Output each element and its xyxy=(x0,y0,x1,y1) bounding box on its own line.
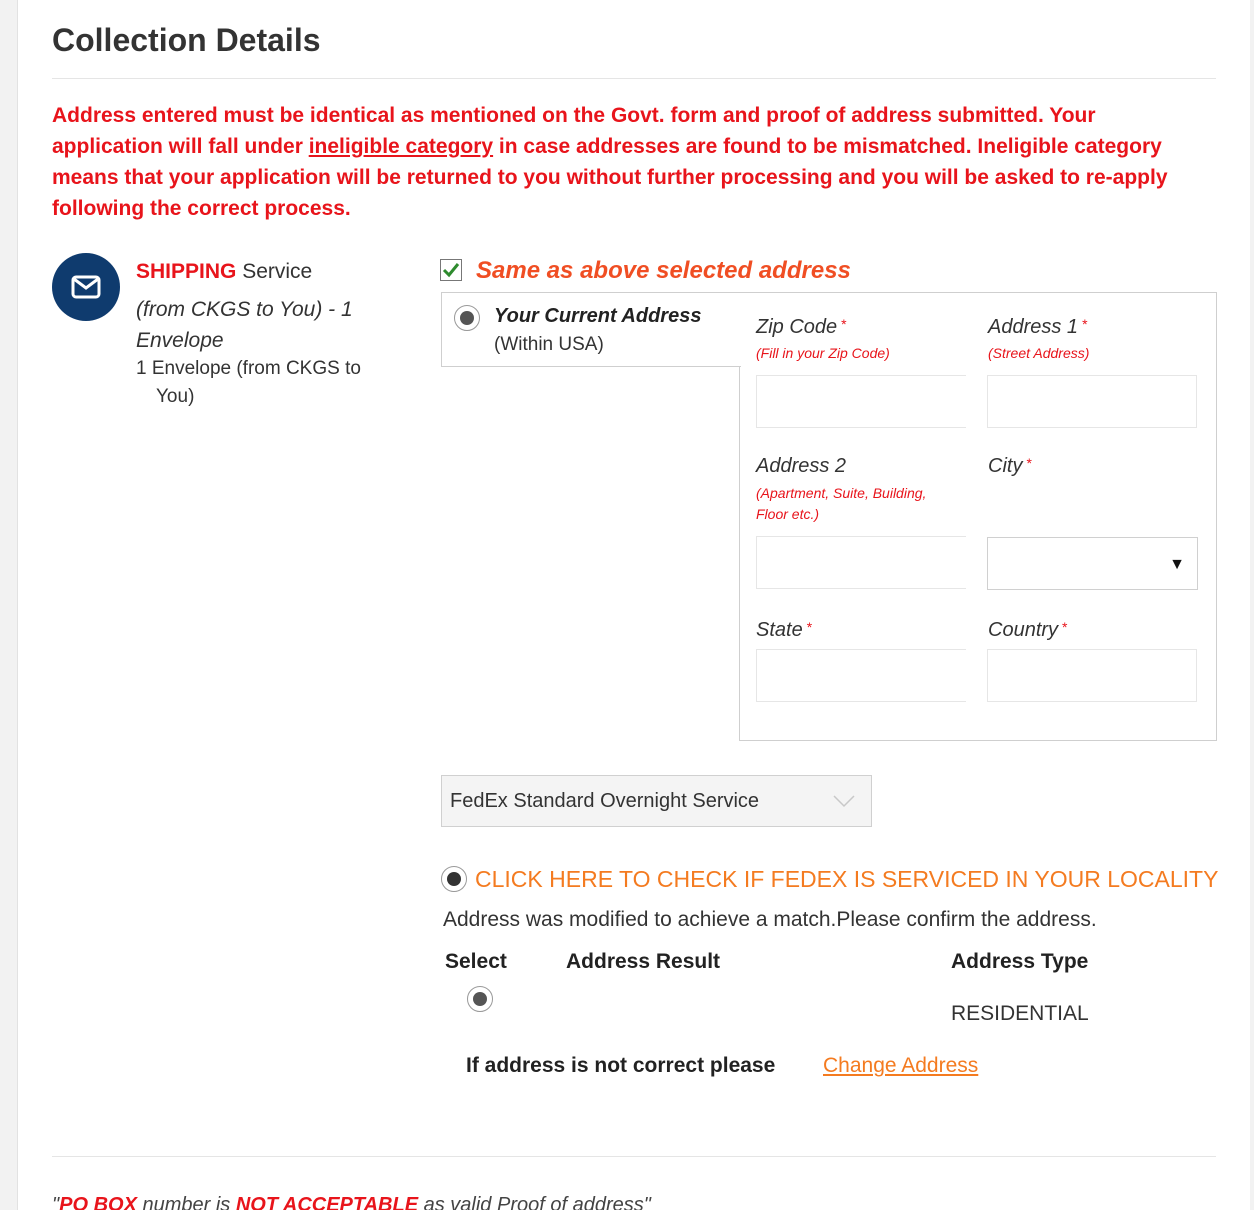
address-result-radio[interactable] xyxy=(467,986,493,1012)
dropdown-arrow-icon: ▼ xyxy=(1169,556,1185,573)
current-address-tab-label: Your Current Address xyxy=(494,305,702,327)
country-input[interactable] xyxy=(987,649,1197,702)
address2-label: Address 2 xyxy=(756,455,847,477)
address-type-value: RESIDENTIAL xyxy=(951,1002,1089,1025)
state-input[interactable] xyxy=(756,649,966,702)
fedex-check-link[interactable]: CLICK HERE TO CHECK IF FEDEX IS SERVICED… xyxy=(475,866,1218,893)
zip-code-input[interactable] xyxy=(756,375,966,428)
address1-label: Address 1 * xyxy=(988,316,1088,338)
current-address-tab-sub: (Within USA) xyxy=(494,334,604,355)
zip-code-hint: (Fill in your Zip Code) xyxy=(756,345,890,361)
change-address-link[interactable]: Change Address xyxy=(823,1054,978,1078)
ineligible-category-link[interactable]: ineligible category xyxy=(309,135,493,158)
current-address-radio[interactable] xyxy=(454,305,480,331)
section-title: Collection Details xyxy=(52,22,321,58)
service-subtitle: (from CKGS to You) - 1 Envelope xyxy=(136,298,353,352)
service-title: SHIPPING Service xyxy=(136,260,312,284)
service-name-rest: Service xyxy=(236,260,313,283)
shipping-service-select[interactable]: FedEx Standard Overnight Service xyxy=(441,775,872,827)
chevron-down-icon xyxy=(833,795,855,808)
page-left-edge xyxy=(0,0,18,1210)
address2-input[interactable] xyxy=(756,536,966,589)
table-header-address-type: Address Type xyxy=(951,950,1089,973)
tab-connector xyxy=(739,293,741,366)
table-header-address-result: Address Result xyxy=(566,950,721,973)
same-address-checkbox[interactable] xyxy=(440,259,462,281)
service-name-highlight: SHIPPING xyxy=(136,260,237,283)
envelope-icon xyxy=(52,253,120,321)
address2-hint: (Apartment, Suite, Building, Floor etc.) xyxy=(756,485,927,522)
divider-bottom xyxy=(52,1156,1216,1157)
zip-code-label: Zip Code * xyxy=(756,316,847,338)
pobox-note: "PO BOX number is NOT ACCEPTABLE as vali… xyxy=(52,1194,651,1210)
same-address-label[interactable]: Same as above selected address xyxy=(476,257,851,285)
address-match-message: Address was modified to achieve a match.… xyxy=(443,908,1097,931)
address-warning: Address entered must be identical as men… xyxy=(52,100,1212,224)
state-label: State * xyxy=(756,619,813,641)
table-header-select: Select xyxy=(445,950,507,973)
address1-hint: (Street Address) xyxy=(988,345,1090,361)
shipping-service-value: FedEx Standard Overnight Service xyxy=(450,790,760,812)
city-select[interactable]: ▼ xyxy=(987,537,1198,590)
divider xyxy=(52,78,1216,79)
city-label: City * xyxy=(988,455,1032,477)
country-label: Country * xyxy=(988,619,1068,641)
service-item: 1 Envelope (from CKGS to You) xyxy=(136,358,361,407)
page-right-edge xyxy=(1250,0,1254,1210)
address1-input[interactable] xyxy=(987,375,1197,428)
change-address-prompt: If address is not correct please xyxy=(466,1054,776,1077)
fedex-check-radio[interactable] xyxy=(441,866,467,892)
checkmark-icon xyxy=(442,263,460,278)
